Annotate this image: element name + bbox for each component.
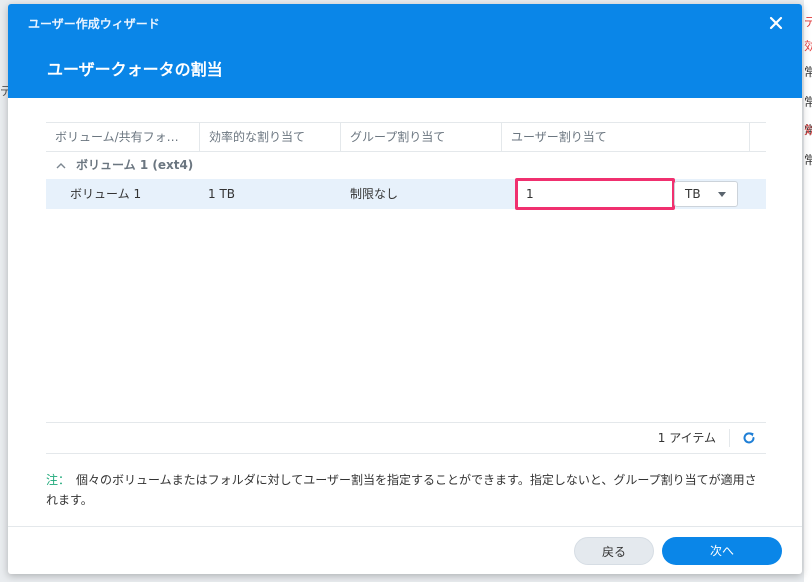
background-text-fragment: デ [804,16,812,28]
back-button[interactable]: 戻る [574,537,654,565]
close-button[interactable] [766,13,786,33]
page-title: ユーザークォータの割当 [47,60,223,79]
table-row[interactable]: ボリューム 1 1 TB 制限なし 1 TB [46,178,766,210]
quota-grid: ボリューム/共有フォ… 効率的な割り当て グループ割り当て ユーザー割り当て ボ… [46,122,766,422]
background-text-fragment: 常 [804,154,812,166]
column-header-user-quota[interactable]: ユーザー割り当て [502,123,750,151]
background-text-fragment: 常 [804,96,812,108]
chevron-up-icon [56,152,66,178]
volume-name: ボリューム 1 [70,187,142,201]
close-icon [769,16,783,30]
background-app-strip: デ 効 常 常 常 効 常 [804,0,812,582]
refresh-icon [743,432,755,444]
user-creation-wizard-dialog: ユーザー作成ウィザード ユーザークォータの割当 ボリューム/共有フォ… 効率的な… [8,4,802,574]
chevron-down-icon [718,192,726,197]
column-header-group-quota[interactable]: グループ割り当て [341,123,502,151]
item-count: 1 アイテム [657,431,716,445]
grid-footer: 1 アイテム [46,422,766,454]
footer-divider [729,429,730,447]
effective-quota: 1 TB [208,187,236,201]
group-row-volume-1[interactable]: ボリューム 1 (ext4) [46,152,766,178]
dialog-header: ユーザー作成ウィザード ユーザークォータの割当 [8,4,802,98]
next-button[interactable]: 次へ [662,537,782,565]
background-text-fragment: デ [0,84,8,98]
group-quota: 制限なし [350,187,399,201]
column-header-volume[interactable]: ボリューム/共有フォ… [46,123,200,151]
note-text: 注： 個々のボリュームまたはフォルダに対してユーザー割当を指定することができます。… [46,470,766,510]
wizard-title: ユーザー作成ウィザード [28,17,160,31]
background-text-fragment: 効 [804,124,812,136]
note-label: 注： [46,473,71,487]
background-text-fragment: 常 [804,66,812,78]
group-label: ボリューム 1 (ext4) [76,158,194,172]
refresh-button[interactable] [740,429,758,447]
note-body: 個々のボリュームまたはフォルダに対してユーザー割当を指定することができます。指定… [46,473,757,507]
unit-select[interactable]: TB [674,181,738,207]
background-text-fragment: 効 [804,40,812,52]
column-header-effective[interactable]: 効率的な割り当て [200,123,341,151]
grid-header: ボリューム/共有フォ… 効率的な割り当て グループ割り当て ユーザー割り当て [46,122,766,152]
dialog-actions: 戻る 次へ [8,526,802,574]
user-quota-input[interactable]: 1 [515,178,675,210]
unit-select-value: TB [685,187,701,201]
